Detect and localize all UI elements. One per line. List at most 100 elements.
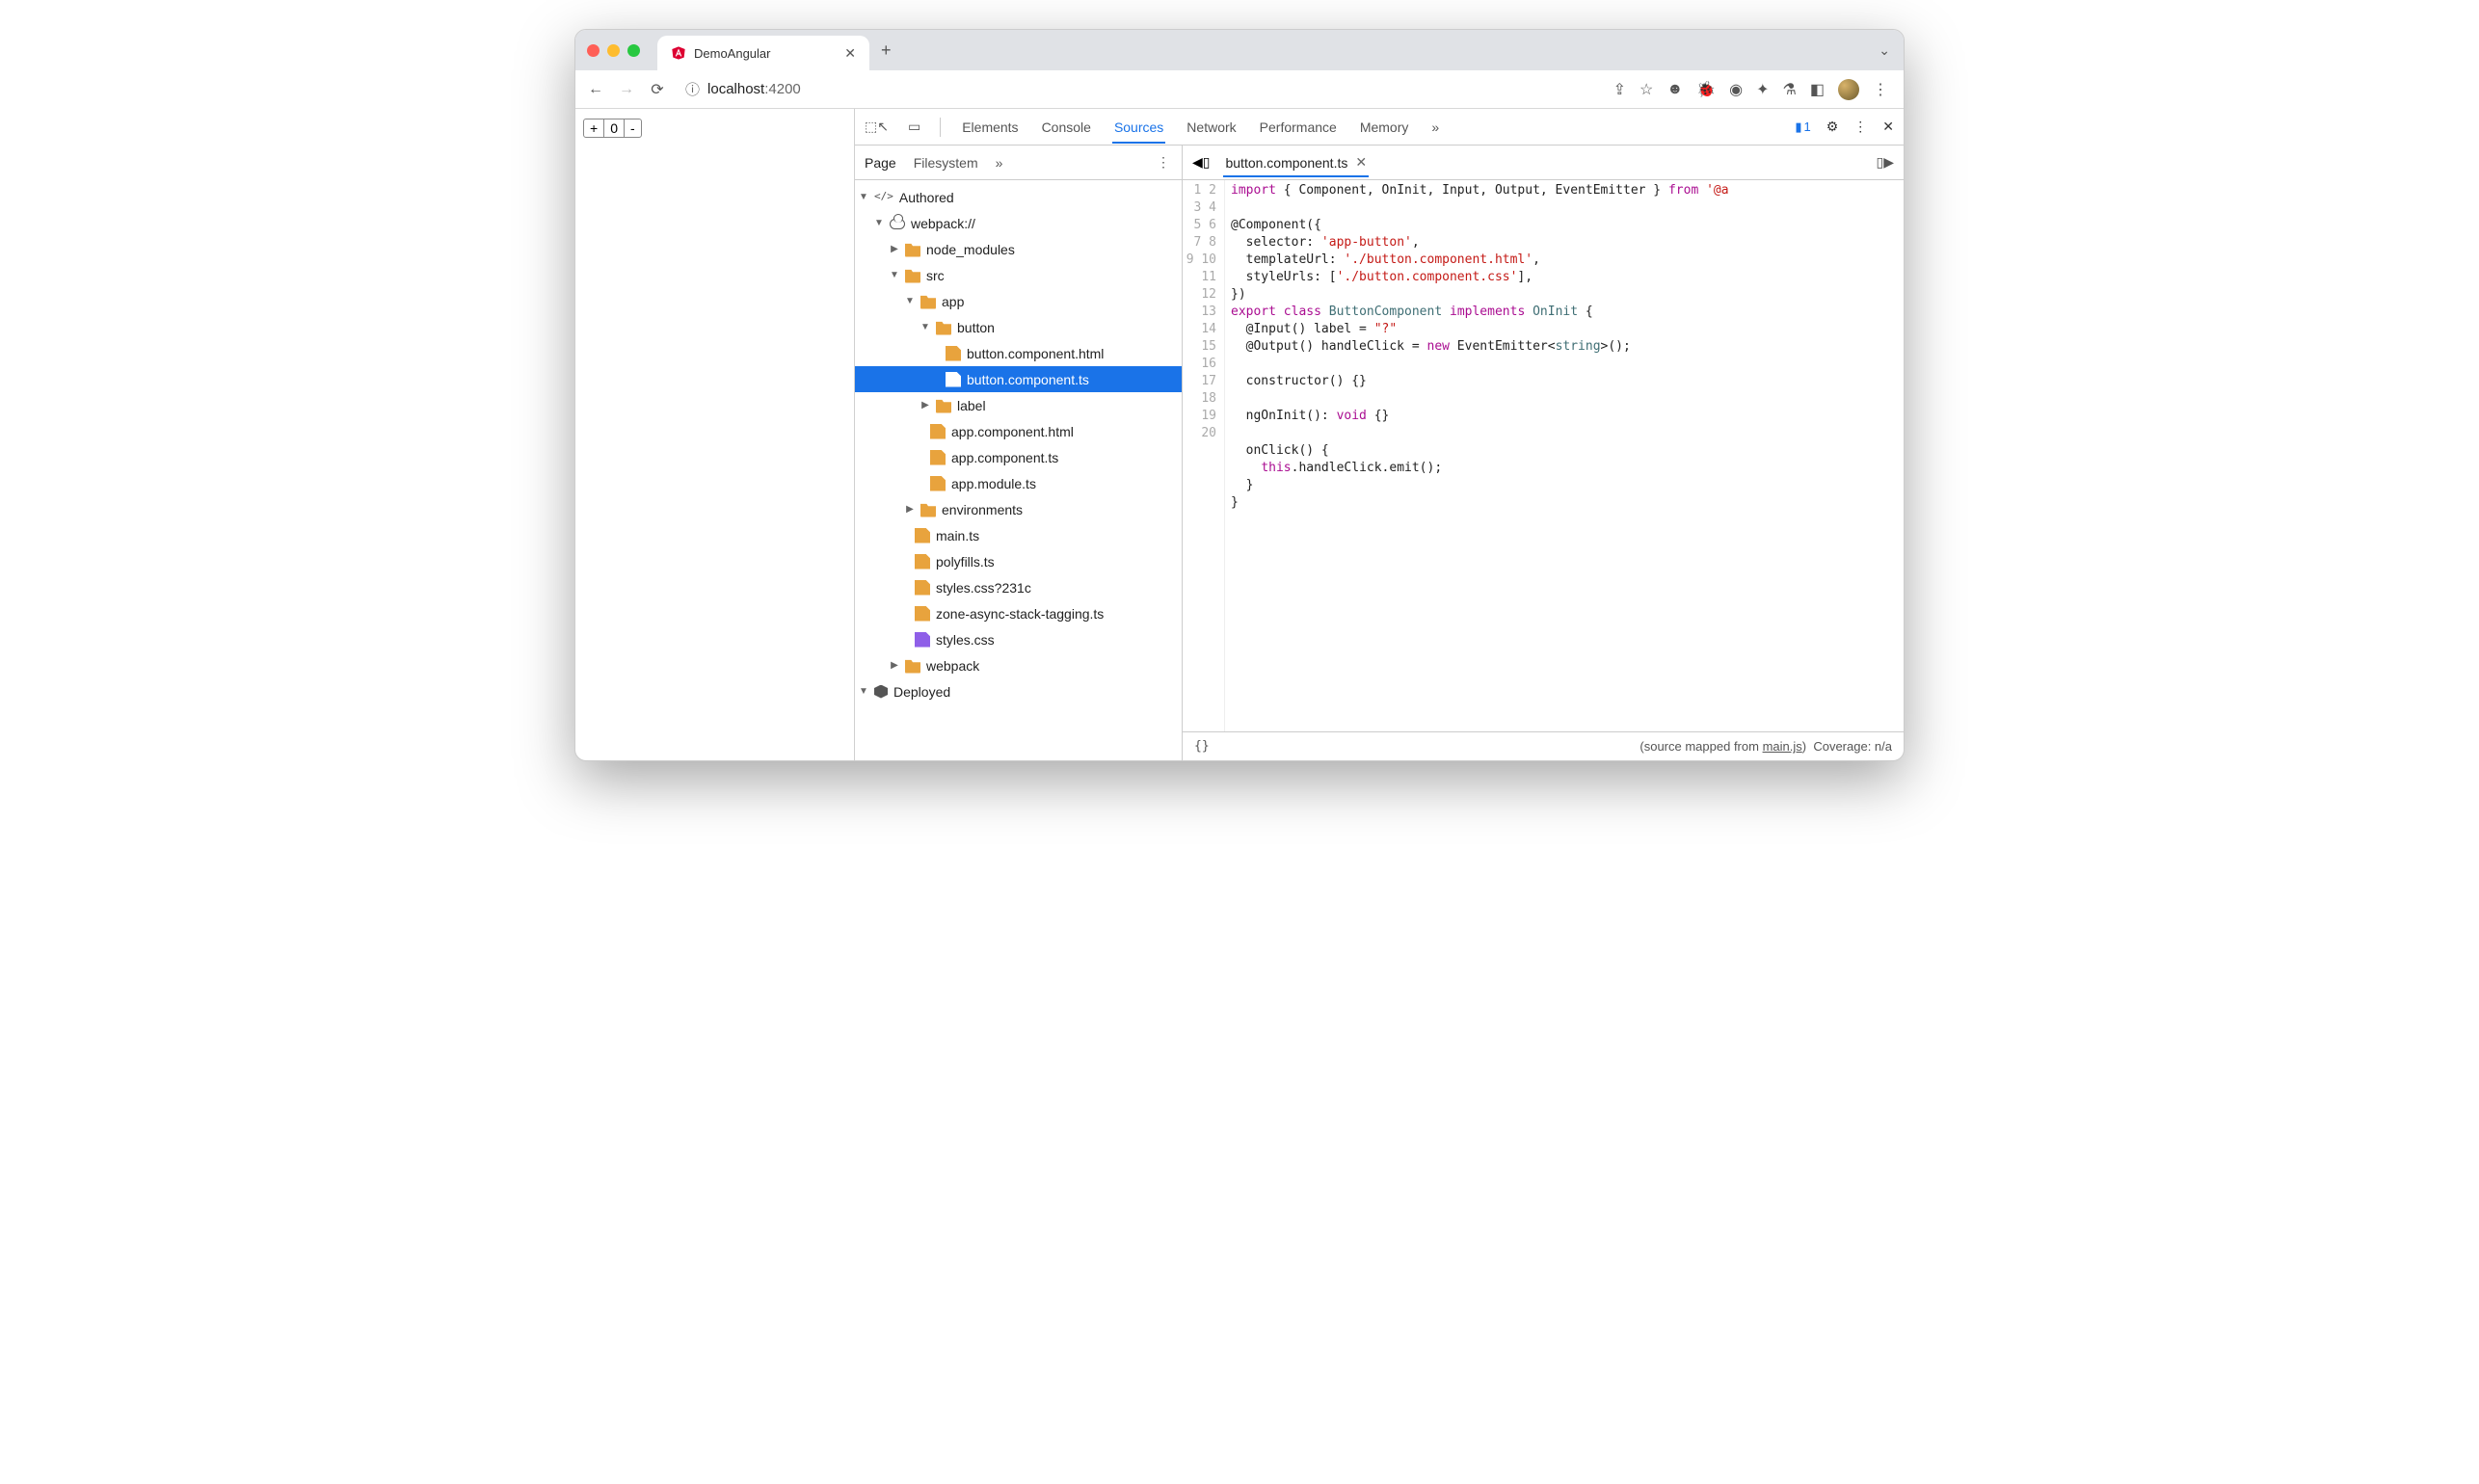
forward-button[interactable]: → bbox=[616, 81, 637, 98]
file-icon bbox=[915, 554, 930, 570]
coverage-info: Coverage: n/a bbox=[1813, 739, 1892, 754]
folder-icon bbox=[905, 658, 920, 674]
code-content: import { Component, OnInit, Input, Outpu… bbox=[1225, 180, 1904, 731]
navigator-tabs: Page Filesystem » ⋮ bbox=[855, 146, 1182, 180]
devtools-close-icon[interactable]: ✕ bbox=[1882, 119, 1894, 135]
editor-status-bar: {} (source mapped from main.js) Coverage… bbox=[1183, 731, 1904, 760]
box-icon bbox=[874, 685, 888, 699]
bookmark-icon[interactable]: ☆ bbox=[1639, 80, 1653, 99]
file-tree: ▼</>Authored ▼webpack:// ▶node_modules ▼… bbox=[855, 180, 1182, 760]
tree-app-html[interactable]: app.component.html bbox=[855, 418, 1182, 444]
browser-window: DemoAngular ✕ + ⌄ ← → ⟳ ⓘ localhost:4200… bbox=[574, 29, 1905, 761]
toolbar: ← → ⟳ ⓘ localhost:4200 ⇪ ☆ ☻ 🐞 ◉ ✦ ⚗ ◧ ⋮ bbox=[575, 70, 1904, 109]
folder-icon bbox=[905, 242, 920, 257]
settings-icon[interactable]: ⚙ bbox=[1826, 119, 1839, 135]
tab-strip: DemoAngular ✕ + ⌄ bbox=[575, 30, 1904, 70]
tree-webpack-folder[interactable]: ▶webpack bbox=[855, 652, 1182, 678]
tree-label-folder[interactable]: ▶label bbox=[855, 392, 1182, 418]
extensions-icon[interactable]: ✦ bbox=[1756, 80, 1769, 99]
tree-app-module[interactable]: app.module.ts bbox=[855, 470, 1182, 496]
panel-performance[interactable]: Performance bbox=[1258, 112, 1339, 143]
ext-skull-icon[interactable]: ☻ bbox=[1666, 81, 1683, 98]
tree-src[interactable]: ▼src bbox=[855, 262, 1182, 288]
file-icon bbox=[915, 632, 930, 648]
toggle-debugger-icon[interactable]: ▯▶ bbox=[1877, 154, 1894, 171]
source-map-info: (source mapped from main.js) Coverage: n… bbox=[1639, 739, 1892, 754]
divider bbox=[940, 118, 941, 137]
tree-zone[interactable]: zone-async-stack-tagging.ts bbox=[855, 600, 1182, 626]
devtools-menu-icon[interactable]: ⋮ bbox=[1853, 119, 1867, 135]
profile-avatar[interactable] bbox=[1838, 79, 1859, 100]
counter-minus[interactable]: - bbox=[625, 119, 641, 137]
share-icon[interactable]: ⇪ bbox=[1613, 80, 1626, 99]
code-editor[interactable]: 1 2 3 4 5 6 7 8 9 10 11 12 13 14 15 16 1… bbox=[1183, 180, 1904, 731]
nav-tab-filesystem[interactable]: Filesystem bbox=[914, 149, 978, 176]
counter-widget: + 0 - bbox=[583, 119, 642, 138]
tree-button-folder[interactable]: ▼button bbox=[855, 314, 1182, 340]
new-tab-button[interactable]: + bbox=[881, 40, 892, 61]
tree-app-ts[interactable]: app.component.ts bbox=[855, 444, 1182, 470]
inspect-element-icon[interactable]: ⬚↖ bbox=[865, 119, 889, 135]
content-area: + 0 - ⬚↖ ▭ Elements Console Sources Netw… bbox=[575, 109, 1904, 760]
panel-sources[interactable]: Sources bbox=[1112, 112, 1165, 143]
panel-elements[interactable]: Elements bbox=[960, 112, 1020, 143]
ext-bug-icon[interactable]: 🐞 bbox=[1696, 80, 1716, 99]
ext-flask-icon[interactable]: ⚗ bbox=[1783, 80, 1797, 99]
browser-tab[interactable]: DemoAngular ✕ bbox=[657, 36, 869, 70]
panel-overflow[interactable]: » bbox=[1429, 112, 1441, 143]
toolbar-actions: ⇪ ☆ ☻ 🐞 ◉ ✦ ⚗ ◧ ⋮ bbox=[1613, 79, 1894, 100]
tree-styles-q[interactable]: styles.css?231c bbox=[855, 574, 1182, 600]
folder-icon bbox=[936, 398, 951, 413]
address-bar[interactable]: ⓘ localhost:4200 bbox=[678, 79, 1604, 99]
editor-tab[interactable]: button.component.ts ✕ bbox=[1223, 148, 1369, 176]
site-info-icon[interactable]: ⓘ bbox=[685, 79, 700, 99]
toggle-navigator-icon[interactable]: ◀▯ bbox=[1192, 154, 1210, 171]
pretty-print-button[interactable]: {} bbox=[1194, 739, 1210, 754]
angular-icon bbox=[671, 45, 686, 61]
messages-button[interactable]: ▮ 1 bbox=[1795, 119, 1810, 135]
panel-network[interactable]: Network bbox=[1185, 112, 1238, 143]
reload-button[interactable]: ⟳ bbox=[647, 80, 668, 99]
counter-plus[interactable]: + bbox=[584, 119, 604, 137]
source-map-link[interactable]: main.js bbox=[1763, 739, 1802, 754]
editor-tabs: ◀▯ button.component.ts ✕ ▯▶ bbox=[1183, 146, 1904, 180]
tree-environments[interactable]: ▶environments bbox=[855, 496, 1182, 522]
folder-icon bbox=[936, 320, 951, 335]
nav-tab-overflow[interactable]: » bbox=[996, 149, 1003, 176]
nav-tab-page[interactable]: Page bbox=[865, 149, 896, 176]
navigator-menu-icon[interactable]: ⋮ bbox=[1157, 154, 1170, 171]
window-traffic-lights bbox=[587, 44, 640, 57]
file-icon bbox=[915, 528, 930, 543]
file-icon bbox=[930, 424, 946, 439]
tree-node-modules[interactable]: ▶node_modules bbox=[855, 236, 1182, 262]
minimize-window-button[interactable] bbox=[607, 44, 620, 57]
panel-console[interactable]: Console bbox=[1040, 112, 1093, 143]
devtools: ⬚↖ ▭ Elements Console Sources Network Pe… bbox=[855, 109, 1904, 760]
back-button[interactable]: ← bbox=[585, 81, 606, 98]
url-host: localhost bbox=[707, 81, 764, 97]
tabs-expand-button[interactable]: ⌄ bbox=[1879, 42, 1890, 59]
tree-styles[interactable]: styles.css bbox=[855, 626, 1182, 652]
editor-tab-close-icon[interactable]: ✕ bbox=[1355, 154, 1367, 171]
close-tab-button[interactable]: ✕ bbox=[844, 45, 856, 62]
line-numbers: 1 2 3 4 5 6 7 8 9 10 11 12 13 14 15 16 1… bbox=[1183, 180, 1225, 731]
file-icon bbox=[930, 450, 946, 465]
tree-polyfills[interactable]: polyfills.ts bbox=[855, 548, 1182, 574]
file-icon bbox=[946, 346, 961, 361]
file-icon bbox=[946, 372, 961, 387]
tree-app[interactable]: ▼app bbox=[855, 288, 1182, 314]
side-panel-icon[interactable]: ◧ bbox=[1810, 80, 1825, 99]
tree-button-ts[interactable]: button.component.ts bbox=[855, 366, 1182, 392]
file-icon bbox=[915, 580, 930, 596]
close-window-button[interactable] bbox=[587, 44, 600, 57]
device-toolbar-icon[interactable]: ▭ bbox=[908, 119, 920, 135]
tree-main[interactable]: main.ts bbox=[855, 522, 1182, 548]
ext-circle-icon[interactable]: ◉ bbox=[1729, 80, 1743, 99]
tree-webpack-domain[interactable]: ▼webpack:// bbox=[855, 210, 1182, 236]
maximize-window-button[interactable] bbox=[627, 44, 640, 57]
tree-button-html[interactable]: button.component.html bbox=[855, 340, 1182, 366]
tree-authored[interactable]: ▼</>Authored bbox=[855, 184, 1182, 210]
tree-deployed[interactable]: ▼Deployed bbox=[855, 678, 1182, 704]
panel-memory[interactable]: Memory bbox=[1358, 112, 1411, 143]
menu-icon[interactable]: ⋮ bbox=[1873, 80, 1888, 99]
